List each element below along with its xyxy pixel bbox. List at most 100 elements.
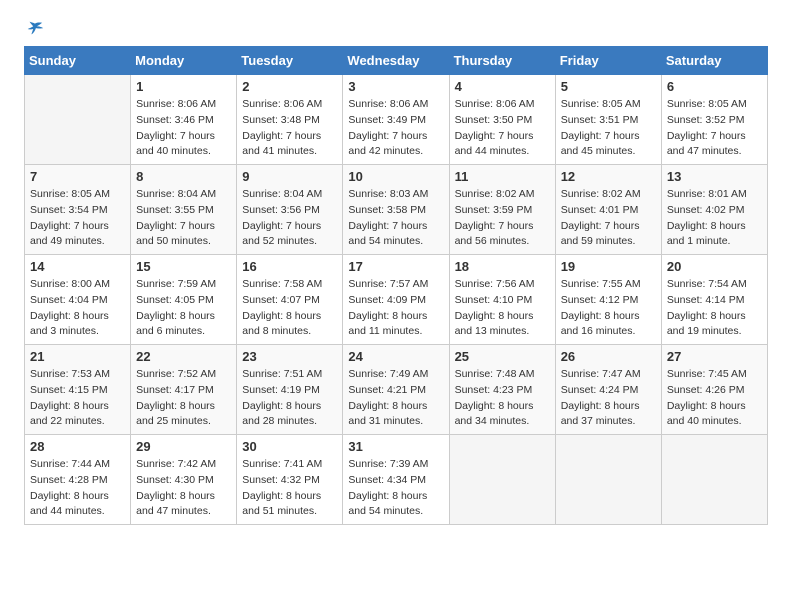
calendar-cell: 7 Sunrise: 8:05 AM Sunset: 3:54 PM Dayli…	[25, 165, 131, 255]
day-info: Sunrise: 7:51 AM Sunset: 4:19 PM Dayligh…	[242, 367, 337, 430]
calendar-cell: 8 Sunrise: 8:04 AM Sunset: 3:55 PM Dayli…	[131, 165, 237, 255]
calendar-table: SundayMondayTuesdayWednesdayThursdayFrid…	[24, 46, 768, 525]
sunset-label: Sunset: 3:59 PM	[455, 204, 533, 216]
day-number: 7	[30, 169, 125, 184]
day-info: Sunrise: 8:05 AM Sunset: 3:51 PM Dayligh…	[561, 97, 656, 160]
day-number: 13	[667, 169, 762, 184]
calendar-cell: 15 Sunrise: 7:59 AM Sunset: 4:05 PM Dayl…	[131, 255, 237, 345]
day-number: 20	[667, 259, 762, 274]
sunset-label: Sunset: 4:12 PM	[561, 294, 639, 306]
day-info: Sunrise: 7:54 AM Sunset: 4:14 PM Dayligh…	[667, 277, 762, 340]
calendar-cell: 11 Sunrise: 8:02 AM Sunset: 3:59 PM Dayl…	[449, 165, 555, 255]
day-number: 21	[30, 349, 125, 364]
day-info: Sunrise: 8:05 AM Sunset: 3:52 PM Dayligh…	[667, 97, 762, 160]
sunset-label: Sunset: 3:58 PM	[348, 204, 426, 216]
weekday-header-row: SundayMondayTuesdayWednesdayThursdayFrid…	[25, 47, 768, 75]
sunset-label: Sunset: 4:17 PM	[136, 384, 214, 396]
calendar-cell: 23 Sunrise: 7:51 AM Sunset: 4:19 PM Dayl…	[237, 345, 343, 435]
day-number: 27	[667, 349, 762, 364]
sunset-label: Sunset: 4:28 PM	[30, 474, 108, 486]
daylight-label: Daylight: 8 hours and 25 minutes.	[136, 400, 215, 428]
calendar-week-row: 21 Sunrise: 7:53 AM Sunset: 4:15 PM Dayl…	[25, 345, 768, 435]
sunrise-label: Sunrise: 7:47 AM	[561, 368, 641, 380]
sunset-label: Sunset: 4:07 PM	[242, 294, 320, 306]
sunset-label: Sunset: 3:55 PM	[136, 204, 214, 216]
calendar-week-row: 1 Sunrise: 8:06 AM Sunset: 3:46 PM Dayli…	[25, 75, 768, 165]
sunset-label: Sunset: 3:56 PM	[242, 204, 320, 216]
day-info: Sunrise: 7:58 AM Sunset: 4:07 PM Dayligh…	[242, 277, 337, 340]
sunrise-label: Sunrise: 7:44 AM	[30, 458, 110, 470]
sunrise-label: Sunrise: 8:06 AM	[136, 98, 216, 110]
calendar-cell	[25, 75, 131, 165]
daylight-label: Daylight: 8 hours and 31 minutes.	[348, 400, 427, 428]
daylight-label: Daylight: 7 hours and 50 minutes.	[136, 220, 215, 248]
calendar-cell: 10 Sunrise: 8:03 AM Sunset: 3:58 PM Dayl…	[343, 165, 449, 255]
weekday-header-tuesday: Tuesday	[237, 47, 343, 75]
calendar-cell: 20 Sunrise: 7:54 AM Sunset: 4:14 PM Dayl…	[661, 255, 767, 345]
sunrise-label: Sunrise: 8:01 AM	[667, 188, 747, 200]
calendar-cell: 21 Sunrise: 7:53 AM Sunset: 4:15 PM Dayl…	[25, 345, 131, 435]
day-number: 15	[136, 259, 231, 274]
day-number: 25	[455, 349, 550, 364]
calendar-cell: 13 Sunrise: 8:01 AM Sunset: 4:02 PM Dayl…	[661, 165, 767, 255]
day-number: 26	[561, 349, 656, 364]
calendar-cell	[449, 435, 555, 525]
sunrise-label: Sunrise: 8:00 AM	[30, 278, 110, 290]
day-number: 3	[348, 79, 443, 94]
weekday-header-thursday: Thursday	[449, 47, 555, 75]
sunset-label: Sunset: 3:54 PM	[30, 204, 108, 216]
sunset-label: Sunset: 3:52 PM	[667, 114, 745, 126]
sunrise-label: Sunrise: 7:57 AM	[348, 278, 428, 290]
calendar-cell	[661, 435, 767, 525]
day-info: Sunrise: 8:01 AM Sunset: 4:02 PM Dayligh…	[667, 187, 762, 250]
daylight-label: Daylight: 8 hours and 22 minutes.	[30, 400, 109, 428]
calendar-cell: 27 Sunrise: 7:45 AM Sunset: 4:26 PM Dayl…	[661, 345, 767, 435]
sunrise-label: Sunrise: 7:51 AM	[242, 368, 322, 380]
sunrise-label: Sunrise: 7:45 AM	[667, 368, 747, 380]
day-number: 23	[242, 349, 337, 364]
calendar-week-row: 28 Sunrise: 7:44 AM Sunset: 4:28 PM Dayl…	[25, 435, 768, 525]
day-info: Sunrise: 8:00 AM Sunset: 4:04 PM Dayligh…	[30, 277, 125, 340]
sunset-label: Sunset: 4:32 PM	[242, 474, 320, 486]
day-info: Sunrise: 7:45 AM Sunset: 4:26 PM Dayligh…	[667, 367, 762, 430]
day-info: Sunrise: 7:48 AM Sunset: 4:23 PM Dayligh…	[455, 367, 550, 430]
day-info: Sunrise: 8:03 AM Sunset: 3:58 PM Dayligh…	[348, 187, 443, 250]
day-number: 31	[348, 439, 443, 454]
sunrise-label: Sunrise: 7:49 AM	[348, 368, 428, 380]
day-info: Sunrise: 7:44 AM Sunset: 4:28 PM Dayligh…	[30, 457, 125, 520]
calendar-cell: 24 Sunrise: 7:49 AM Sunset: 4:21 PM Dayl…	[343, 345, 449, 435]
daylight-label: Daylight: 7 hours and 42 minutes.	[348, 130, 427, 158]
calendar-cell: 26 Sunrise: 7:47 AM Sunset: 4:24 PM Dayl…	[555, 345, 661, 435]
sunrise-label: Sunrise: 8:06 AM	[348, 98, 428, 110]
sunrise-label: Sunrise: 7:56 AM	[455, 278, 535, 290]
weekday-header-saturday: Saturday	[661, 47, 767, 75]
day-info: Sunrise: 8:02 AM Sunset: 3:59 PM Dayligh…	[455, 187, 550, 250]
daylight-label: Daylight: 7 hours and 49 minutes.	[30, 220, 109, 248]
sunrise-label: Sunrise: 8:05 AM	[561, 98, 641, 110]
sunset-label: Sunset: 3:49 PM	[348, 114, 426, 126]
day-info: Sunrise: 7:47 AM Sunset: 4:24 PM Dayligh…	[561, 367, 656, 430]
day-number: 12	[561, 169, 656, 184]
sunrise-label: Sunrise: 8:06 AM	[455, 98, 535, 110]
sunrise-label: Sunrise: 8:04 AM	[136, 188, 216, 200]
sunrise-label: Sunrise: 8:05 AM	[30, 188, 110, 200]
sunrise-label: Sunrise: 7:48 AM	[455, 368, 535, 380]
day-number: 30	[242, 439, 337, 454]
calendar-cell: 14 Sunrise: 8:00 AM Sunset: 4:04 PM Dayl…	[25, 255, 131, 345]
day-number: 5	[561, 79, 656, 94]
day-info: Sunrise: 7:39 AM Sunset: 4:34 PM Dayligh…	[348, 457, 443, 520]
daylight-label: Daylight: 8 hours and 16 minutes.	[561, 310, 640, 338]
day-info: Sunrise: 7:41 AM Sunset: 4:32 PM Dayligh…	[242, 457, 337, 520]
day-number: 24	[348, 349, 443, 364]
day-number: 17	[348, 259, 443, 274]
sunset-label: Sunset: 4:10 PM	[455, 294, 533, 306]
calendar-cell: 16 Sunrise: 7:58 AM Sunset: 4:07 PM Dayl…	[237, 255, 343, 345]
day-info: Sunrise: 7:49 AM Sunset: 4:21 PM Dayligh…	[348, 367, 443, 430]
sunset-label: Sunset: 3:46 PM	[136, 114, 214, 126]
sunset-label: Sunset: 4:05 PM	[136, 294, 214, 306]
daylight-label: Daylight: 8 hours and 13 minutes.	[455, 310, 534, 338]
daylight-label: Daylight: 8 hours and 1 minute.	[667, 220, 746, 248]
weekday-header-wednesday: Wednesday	[343, 47, 449, 75]
sunrise-label: Sunrise: 7:58 AM	[242, 278, 322, 290]
day-number: 9	[242, 169, 337, 184]
